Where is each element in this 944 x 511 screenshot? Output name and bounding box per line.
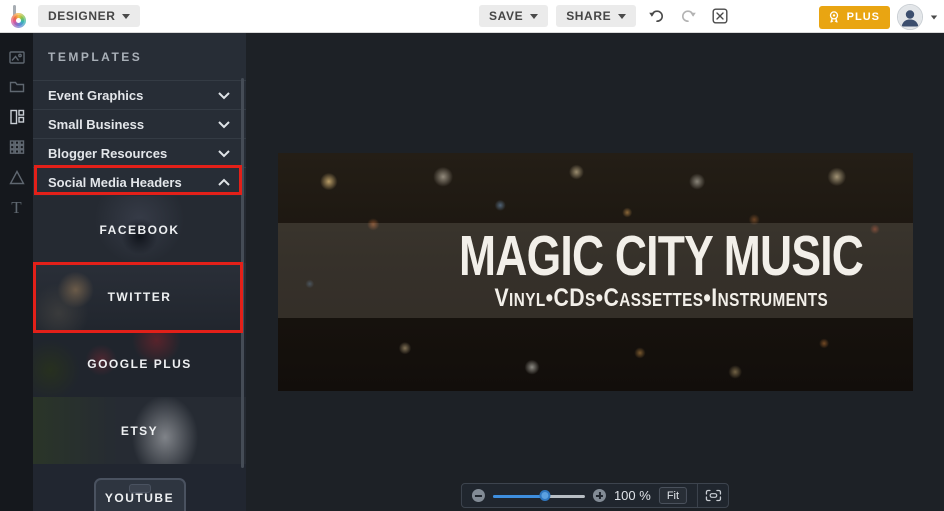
account-menu-caret[interactable] — [930, 15, 938, 19]
redo-icon[interactable] — [676, 5, 700, 27]
template-youtube[interactable]: YOUTUBE — [33, 464, 246, 511]
panel-title: TEMPLATES — [48, 50, 143, 64]
share-button[interactable]: SHARE — [556, 5, 637, 27]
befunky-logo[interactable] — [10, 4, 32, 29]
close-icon[interactable] — [708, 5, 732, 27]
template-facebook[interactable]: FACEBOOK — [33, 196, 246, 263]
templates-icon[interactable] — [0, 102, 33, 132]
medal-icon — [829, 11, 838, 23]
avatar[interactable] — [897, 4, 923, 30]
category-label: Blogger Resources — [48, 145, 168, 161]
undo-icon[interactable] — [644, 5, 668, 27]
chevron-down-icon — [218, 149, 230, 157]
zoom-slider[interactable] — [492, 489, 585, 502]
topbar: DESIGNER SAVE SHARE PLUS — [0, 0, 944, 33]
chevron-down-icon — [122, 13, 131, 19]
zoom-slider-handle[interactable] — [539, 490, 551, 501]
image-manager-icon[interactable] — [0, 42, 33, 72]
zoom-out-icon[interactable] — [471, 489, 485, 502]
template-label: YOUTUBE — [104, 490, 175, 505]
category-small-business[interactable]: Small Business — [33, 109, 246, 138]
template-label: GOOGLE PLUS — [87, 356, 192, 371]
category-social-media-headers[interactable]: Social Media Headers — [33, 167, 246, 196]
category-label: Event Graphics — [48, 87, 144, 103]
save-button[interactable]: SAVE — [479, 5, 549, 27]
tool-rail: T — [0, 33, 33, 511]
template-label: FACEBOOK — [99, 222, 180, 237]
banner-subtitle: Vinyl•CDs•Cassettes•Instruments — [494, 283, 829, 312]
templates-panel: TEMPLATES Event Graphics Small Business … — [33, 33, 246, 511]
category-event-graphics[interactable]: Event Graphics — [33, 80, 246, 109]
designer-menu-button[interactable]: DESIGNER — [38, 5, 141, 27]
fit-button[interactable]: Fit — [658, 487, 688, 504]
fit-screen-icon[interactable] — [697, 484, 728, 507]
zoom-in-icon[interactable] — [592, 489, 606, 502]
template-google-plus[interactable]: GOOGLE PLUS — [33, 330, 246, 397]
panel-scrollbar[interactable] — [241, 78, 244, 468]
chevron-down-icon — [530, 13, 539, 19]
folder-icon[interactable] — [0, 72, 33, 102]
chevron-down-icon — [218, 91, 230, 99]
category-label: Social Media Headers — [48, 174, 182, 190]
template-etsy[interactable]: ETSY — [33, 397, 246, 464]
design-banner[interactable]: MAGIC CITY MUSIC Vinyl•CDs•Cassettes•Ins… — [278, 153, 913, 391]
chevron-up-icon — [218, 178, 230, 186]
shapes-icon[interactable] — [0, 162, 33, 192]
grid-overlays-icon[interactable] — [0, 132, 33, 162]
chevron-down-icon — [618, 13, 627, 19]
logo-color-wheel — [11, 13, 26, 28]
plus-label: PLUS — [846, 11, 880, 23]
template-twitter[interactable]: TWITTER — [33, 263, 246, 330]
text-icon[interactable]: T — [0, 192, 33, 222]
save-label: SAVE — [489, 9, 524, 23]
designer-label: DESIGNER — [48, 9, 116, 23]
plus-upgrade-button[interactable]: PLUS — [818, 5, 890, 29]
category-label: Small Business — [48, 116, 145, 132]
template-label: ETSY — [120, 423, 159, 438]
account-area: PLUS — [818, 4, 938, 30]
banner-title: MAGIC CITY MUSIC — [459, 223, 864, 288]
share-label: SHARE — [566, 9, 612, 23]
workspace: T TEMPLATES Event Graphics Small Busines… — [0, 33, 944, 511]
canvas-area[interactable]: MAGIC CITY MUSIC Vinyl•CDs•Cassettes•Ins… — [246, 33, 944, 511]
zoom-percentage: 100 % — [613, 488, 651, 503]
banner-text-block: MAGIC CITY MUSIC Vinyl•CDs•Cassettes•Ins… — [418, 223, 905, 318]
chevron-down-icon — [218, 120, 230, 128]
template-list: FACEBOOK TWITTER GOOGLE PLUS ETSY YOUTUB… — [33, 196, 246, 511]
template-label: TWITTER — [107, 289, 172, 304]
document-actions: SAVE SHARE — [479, 5, 732, 27]
zoom-toolbar: 100 % Fit — [460, 483, 730, 508]
category-blogger-resources[interactable]: Blogger Resources — [33, 138, 246, 167]
